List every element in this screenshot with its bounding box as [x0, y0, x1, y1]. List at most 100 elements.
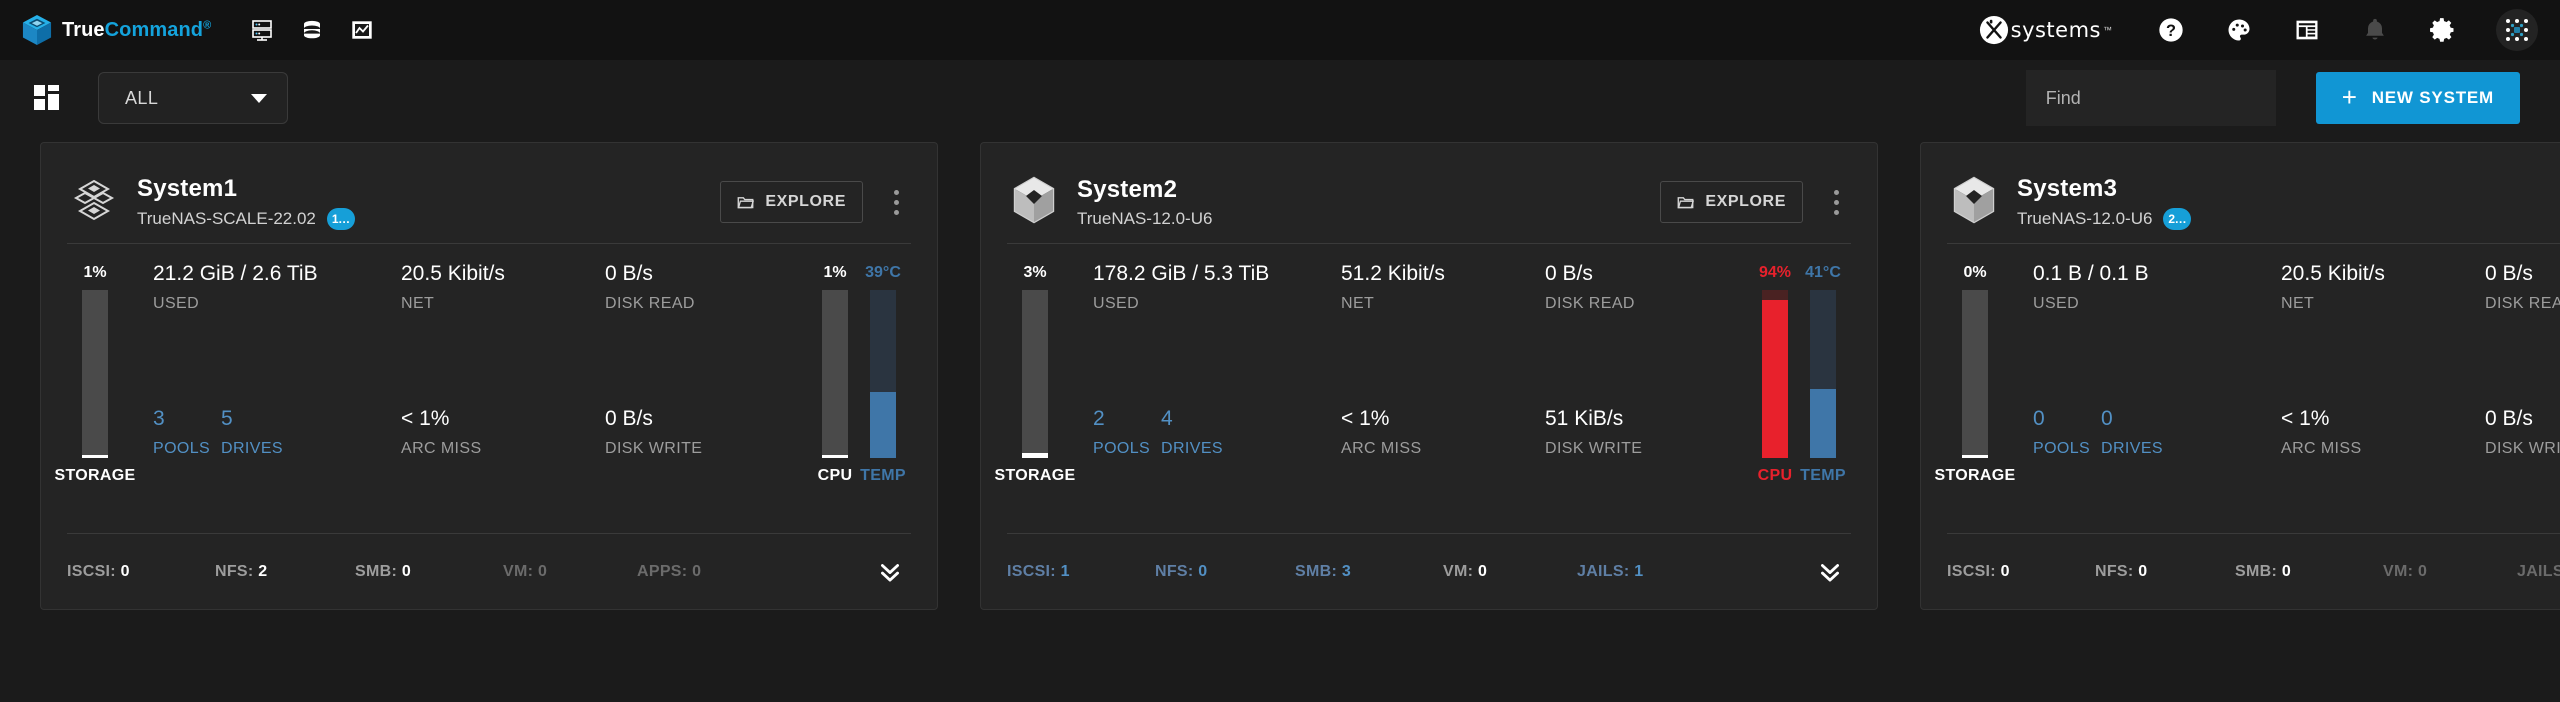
brand[interactable]: TrueCommand®: [22, 14, 211, 46]
storage-value: 1%: [83, 262, 106, 284]
disk-write-value: 0 B/s: [605, 407, 805, 431]
service-iscsi[interactable]: ISCSI: 0: [67, 563, 215, 581]
kebab-dot: [894, 190, 899, 195]
drives-label: DRIVES: [2101, 440, 2281, 458]
disk-read-value: 0 B/s: [605, 262, 805, 286]
expand-card-button[interactable]: [1813, 555, 1847, 589]
pools-label: POOLS: [153, 440, 221, 458]
cpu-track: [1762, 290, 1788, 458]
service-key: SMB:: [355, 563, 402, 580]
kebab-dot: [1834, 210, 1839, 215]
system-card-header: System1 TrueNAS-SCALE-22.02 1… EXPLORE: [41, 143, 937, 235]
service-nfs[interactable]: NFS: 0: [2095, 563, 2235, 581]
cpu-track: [822, 290, 848, 458]
drives-value: 0: [2101, 407, 2281, 431]
service-vm[interactable]: VM: 0: [503, 563, 637, 581]
metric-used: 21.2 GiB / 2.6 TiB USED: [153, 262, 401, 389]
cpu-label: CPU: [1758, 467, 1793, 485]
chart-report-icon[interactable]: [349, 17, 375, 43]
service-count: 0: [692, 563, 701, 580]
card-menu-button[interactable]: [1821, 182, 1851, 222]
metric-arc-miss: < 1% ARC MISS: [2281, 407, 2485, 458]
search-field[interactable]: [2026, 70, 2276, 126]
system-alert-badge[interactable]: 1…: [327, 208, 355, 230]
service-apps[interactable]: APPS: 0: [637, 563, 701, 581]
system-card-system3[interactable]: System3 TrueNAS-12.0-U6 2… 0%: [1920, 142, 2560, 610]
service-vm[interactable]: VM: 0: [2383, 563, 2517, 581]
service-key: SMB:: [1295, 563, 1342, 580]
news-panel-icon[interactable]: [2292, 15, 2322, 45]
system-card-system2[interactable]: System2 TrueNAS-12.0-U6 EXPLORE: [980, 142, 1878, 610]
pools-label: POOLS: [2033, 440, 2101, 458]
metric-pools[interactable]: 2 POOLS: [1093, 407, 1161, 458]
net-value: 20.5 Kibit/s: [401, 262, 605, 286]
system-card-body: 0% STORAGE 0.1 B / 0.1 B USED 20.5 Kibit…: [1921, 244, 2560, 533]
expand-card-button[interactable]: [873, 555, 907, 589]
service-vm[interactable]: VM: 0: [1443, 563, 1577, 581]
bell-icon[interactable]: [2360, 15, 2390, 45]
service-key: JAILS:: [1577, 563, 1634, 580]
temp-fill: [1810, 389, 1836, 458]
metric-disk-write: 0 B/s DISK WRITE: [605, 407, 805, 458]
kebab-dot: [894, 200, 899, 205]
system-version-row: TrueNAS-12.0-U6: [1077, 209, 1212, 229]
disk-read-label: DISK READ: [1545, 295, 1745, 313]
service-count: 0: [2418, 563, 2427, 580]
metric-arc-miss: < 1% ARC MISS: [401, 407, 605, 458]
temp-value: 41°C: [1805, 262, 1841, 284]
service-iscsi[interactable]: ISCSI: 1: [1007, 563, 1155, 581]
palette-icon[interactable]: [2224, 15, 2254, 45]
layout-grid-icon[interactable]: [30, 81, 64, 115]
service-smb[interactable]: SMB: 3: [1295, 563, 1443, 581]
temp-label: TEMP: [1800, 467, 1846, 485]
card-menu-button[interactable]: [881, 182, 911, 222]
metric-drives[interactable]: 0 DRIVES: [2101, 407, 2281, 458]
search-input[interactable]: [2046, 88, 2256, 109]
servers-icon[interactable]: [249, 17, 275, 43]
chevron-down-icon: [251, 94, 267, 103]
explore-label: EXPLORE: [765, 193, 846, 211]
app-header: TrueCommand®: [0, 0, 2560, 60]
system-card-body: 1% STORAGE 21.2 GiB / 2.6 TiB USED 20.5 …: [41, 244, 937, 533]
explore-button[interactable]: EXPLORE: [720, 181, 863, 223]
service-key: SMB:: [2235, 563, 2282, 580]
storage-value: 0%: [1963, 262, 1986, 284]
service-nfs[interactable]: NFS: 2: [215, 563, 355, 581]
user-avatar[interactable]: [2496, 9, 2538, 51]
chevron-double-down-icon: [877, 559, 903, 585]
explore-button[interactable]: EXPLORE: [1660, 181, 1803, 223]
cpu-value: 1%: [823, 262, 846, 284]
metric-arc-miss: < 1% ARC MISS: [1341, 407, 1545, 458]
drives-label: DRIVES: [221, 440, 401, 458]
kebab-dot: [1834, 200, 1839, 205]
metric-drives[interactable]: 5 DRIVES: [221, 407, 401, 458]
service-smb[interactable]: SMB: 0: [2235, 563, 2383, 581]
system-filter-select[interactable]: ALL: [98, 72, 288, 124]
database-stack-icon[interactable]: [299, 17, 325, 43]
metric-pools[interactable]: 3 POOLS: [153, 407, 221, 458]
metrics-row-1: 0.1 B / 0.1 B USED 20.5 Kibit/s NET 0 B/…: [2033, 262, 2560, 389]
service-count: 1: [1061, 563, 1070, 580]
service-key: ISCSI:: [1007, 563, 1061, 580]
help-circle-icon[interactable]: ?: [2156, 15, 2186, 45]
system-type-icon: [67, 173, 137, 232]
service-jails[interactable]: JAILS: 0: [2517, 563, 2560, 581]
cpu-fill: [822, 455, 848, 458]
service-key: ISCSI:: [67, 563, 121, 580]
metric-used: 0.1 B / 0.1 B USED: [2033, 262, 2281, 389]
service-smb[interactable]: SMB: 0: [355, 563, 503, 581]
storage-gauge: 1% STORAGE: [71, 262, 119, 533]
metric-pools[interactable]: 0 POOLS: [2033, 407, 2101, 458]
gear-icon[interactable]: [2428, 15, 2458, 45]
system-card-system1[interactable]: System1 TrueNAS-SCALE-22.02 1… EXPLORE: [40, 142, 938, 610]
metric-drives[interactable]: 4 DRIVES: [1161, 407, 1341, 458]
service-jails[interactable]: JAILS: 1: [1577, 563, 1643, 581]
disk-read-value: 0 B/s: [1545, 262, 1745, 286]
service-iscsi[interactable]: ISCSI: 0: [1947, 563, 2095, 581]
service-nfs[interactable]: NFS: 0: [1155, 563, 1295, 581]
drives-value: 5: [221, 407, 401, 431]
add-new-system-button[interactable]: + NEW SYSTEM: [2316, 72, 2520, 124]
svg-text:?: ?: [2166, 22, 2176, 40]
system-alert-badge[interactable]: 2…: [2163, 208, 2191, 230]
system-name: System3: [2017, 175, 2191, 203]
